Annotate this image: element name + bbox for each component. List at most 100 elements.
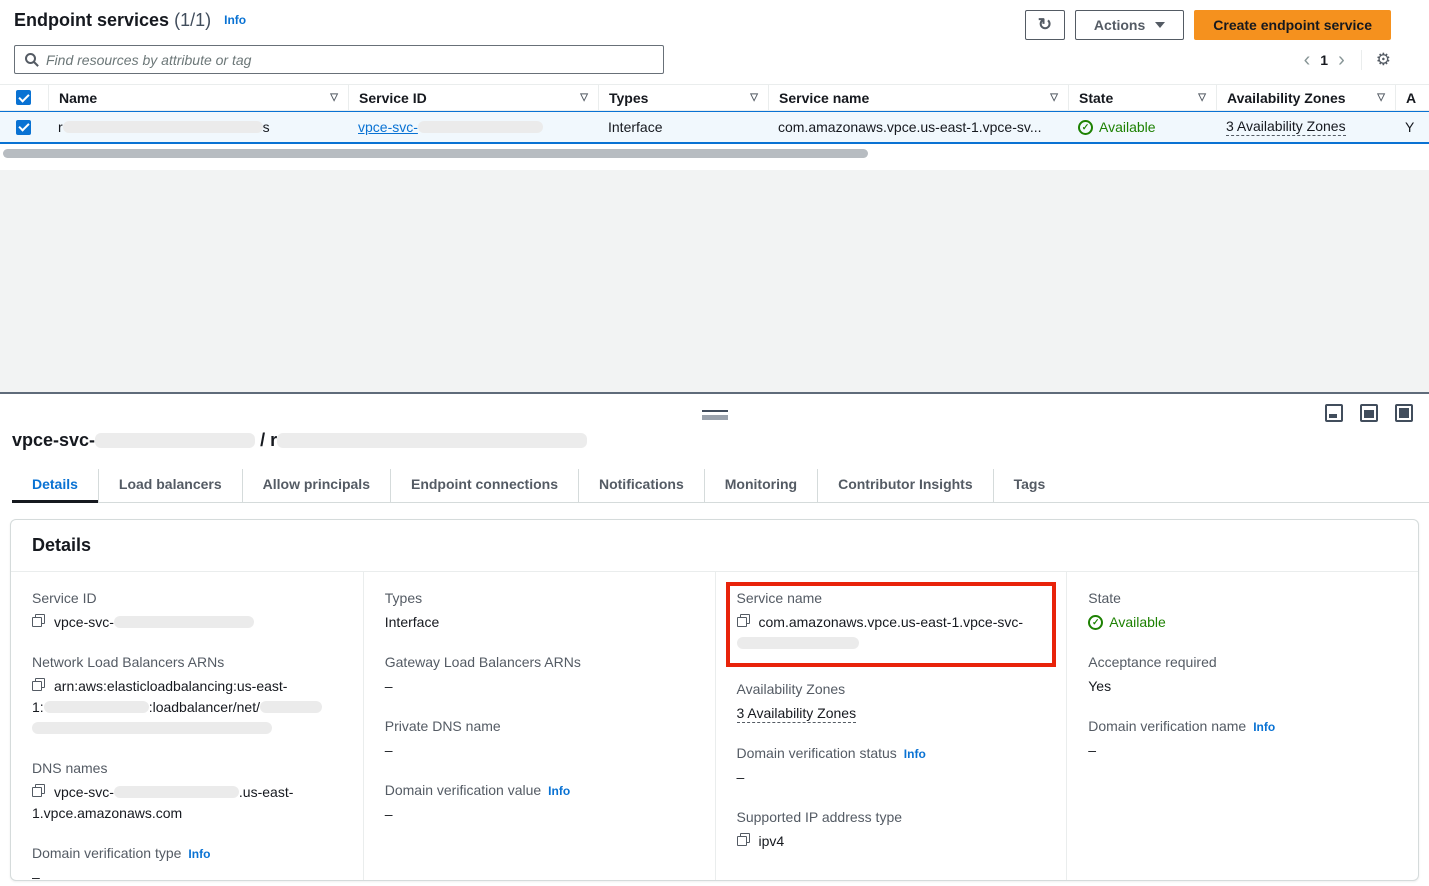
redacted-title-name bbox=[277, 433, 587, 448]
copy-icon[interactable] bbox=[737, 614, 750, 627]
info-link[interactable]: Info bbox=[548, 784, 570, 798]
panel-title-separator: / bbox=[260, 430, 265, 450]
tab-monitoring[interactable]: Monitoring bbox=[705, 469, 818, 502]
horizontal-scrollbar[interactable] bbox=[3, 149, 868, 158]
search-input[interactable] bbox=[46, 52, 654, 68]
availability-zones-link[interactable]: 3 Availability Zones bbox=[1226, 118, 1346, 136]
resource-count-value: (1/1) bbox=[174, 10, 211, 30]
panel-size-medium-icon[interactable] bbox=[1360, 404, 1378, 422]
split-panel-drag-handle[interactable] bbox=[702, 410, 728, 420]
field-value: – bbox=[32, 867, 342, 880]
next-page-button[interactable]: › bbox=[1332, 50, 1351, 70]
row-select-cell bbox=[0, 112, 48, 142]
copy-icon[interactable] bbox=[32, 614, 45, 627]
details-card-heading: Details bbox=[11, 520, 1418, 572]
sort-icon[interactable]: ▽ bbox=[1198, 92, 1206, 103]
gear-icon[interactable]: ⚙ bbox=[1376, 50, 1391, 69]
split-panel-title: vpce-svc- / r bbox=[12, 430, 1417, 451]
endpoint-services-table: Name▽ Service ID ▽ Types▽ Service name ▽ S… bbox=[0, 84, 1429, 158]
redacted-service-id bbox=[418, 121, 543, 133]
table-empty-area bbox=[0, 170, 1429, 392]
redacted-title-id bbox=[95, 433, 255, 448]
field-value: Yes bbox=[1088, 676, 1397, 697]
availability-zones-link[interactable]: 3 Availability Zones bbox=[737, 705, 857, 723]
search-box[interactable] bbox=[14, 45, 664, 74]
table-settings: ⚙ bbox=[1361, 50, 1391, 70]
split-panel: vpce-svc- / r Details Load balancers All… bbox=[0, 392, 1429, 886]
sort-icon[interactable]: ▽ bbox=[330, 92, 338, 103]
panel-size-large-icon[interactable] bbox=[1395, 404, 1413, 422]
info-link[interactable]: Info bbox=[1253, 720, 1275, 734]
table-row[interactable]: rs vpce-svc- Interface com.amazonaws.vpc… bbox=[0, 111, 1429, 144]
select-all-checkbox[interactable] bbox=[16, 90, 31, 105]
copy-icon[interactable] bbox=[32, 678, 45, 691]
redacted-lb-name bbox=[260, 701, 322, 713]
endpoint-services-panel: Endpoint services (1/1) Info ↻ Actions C… bbox=[0, 0, 1429, 392]
column-header-service-id[interactable]: Service ID ▽ bbox=[348, 85, 598, 110]
panel-size-buttons bbox=[1325, 404, 1413, 422]
search-icon bbox=[24, 52, 39, 67]
tab-details[interactable]: Details bbox=[12, 469, 99, 502]
field-label: Domain verification status bbox=[737, 745, 897, 761]
column-label: Service name bbox=[779, 90, 869, 106]
header-info-link[interactable]: Info bbox=[224, 13, 246, 27]
row-name-cell: rs bbox=[48, 112, 348, 142]
column-header-availability-zones[interactable]: Availability Zones▽ bbox=[1216, 85, 1395, 110]
redacted-dns bbox=[114, 786, 239, 798]
tab-load-balancers[interactable]: Load balancers bbox=[99, 469, 243, 502]
field-dns-names: DNS names vpce-svc-.us-east-1.vpce.amazo… bbox=[32, 760, 342, 824]
column-label: Service ID bbox=[359, 90, 427, 106]
field-label: Availability Zones bbox=[737, 681, 1046, 697]
tab-notifications[interactable]: Notifications bbox=[579, 469, 705, 502]
column-header-acceptance-cut[interactable]: A bbox=[1395, 85, 1429, 110]
actions-button[interactable]: Actions bbox=[1075, 10, 1184, 40]
column-header-service-name[interactable]: Service name ▽ bbox=[768, 85, 1068, 110]
tab-tags[interactable]: Tags bbox=[994, 469, 1066, 502]
previous-page-button[interactable]: ‹ bbox=[1298, 50, 1317, 70]
tab-contributor-insights[interactable]: Contributor Insights bbox=[818, 469, 994, 502]
sort-icon[interactable]: ▽ bbox=[1377, 92, 1385, 103]
select-all-cell bbox=[0, 85, 48, 110]
field-supported-ip-type: Supported IP address type ipv4 bbox=[737, 809, 1046, 852]
column-header-name[interactable]: Name▽ bbox=[48, 85, 348, 110]
redacted-account bbox=[44, 701, 149, 713]
column-header-state[interactable]: State▽ bbox=[1068, 85, 1216, 110]
page-number[interactable]: 1 bbox=[1316, 52, 1332, 68]
refresh-icon: ↻ bbox=[1038, 15, 1052, 35]
redacted-value bbox=[737, 637, 859, 649]
field-service-name: Service name com.amazonaws.vpce.us-east-… bbox=[737, 590, 1046, 654]
field-label: Network Load Balancers ARNs bbox=[32, 654, 342, 670]
column-header-types[interactable]: Types▽ bbox=[598, 85, 768, 110]
panel-title-name-start: r bbox=[270, 430, 277, 450]
nlb-arn-line2-mid: :loadbalancer/net/ bbox=[149, 699, 260, 715]
page-header: Endpoint services (1/1) Info ↻ Actions C… bbox=[0, 0, 1429, 40]
row-service-id-cell: vpce-svc- bbox=[348, 112, 598, 142]
field-label: Supported IP address type bbox=[737, 809, 1046, 825]
name-text: r bbox=[58, 119, 63, 135]
details-card: Details Service ID vpce-svc- Network Loa… bbox=[10, 519, 1419, 881]
state-text: Available bbox=[1099, 119, 1156, 135]
pagination: ‹ 1 › ⚙ bbox=[1298, 50, 1391, 70]
field-label: Domain verification type bbox=[32, 845, 181, 861]
field-value: – bbox=[1088, 740, 1397, 761]
tab-allow-principals[interactable]: Allow principals bbox=[243, 469, 391, 502]
panel-size-small-icon[interactable] bbox=[1325, 404, 1343, 422]
row-checkbox[interactable] bbox=[16, 120, 31, 135]
service-id-prefix: vpce-svc- bbox=[358, 119, 418, 135]
create-endpoint-service-button[interactable]: Create endpoint service bbox=[1194, 10, 1391, 40]
refresh-button[interactable]: ↻ bbox=[1025, 10, 1065, 40]
info-link[interactable]: Info bbox=[188, 847, 210, 861]
row-service-name-cell: com.amazonaws.vpce.us-east-1.vpce-sv... bbox=[768, 112, 1068, 142]
info-link[interactable]: Info bbox=[904, 747, 926, 761]
field-domain-verification-value: Domain verification valueInfo – bbox=[385, 782, 694, 825]
copy-icon[interactable] bbox=[737, 833, 750, 846]
sort-icon[interactable]: ▽ bbox=[750, 92, 758, 103]
tab-endpoint-connections[interactable]: Endpoint connections bbox=[391, 469, 579, 502]
sort-icon[interactable]: ▽ bbox=[1050, 92, 1058, 103]
copy-icon[interactable] bbox=[32, 784, 45, 797]
service-id-link[interactable]: vpce-svc- bbox=[358, 119, 543, 135]
field-value: – bbox=[385, 676, 694, 697]
header-actions: ↻ Actions Create endpoint service bbox=[1025, 10, 1391, 40]
sort-icon[interactable]: ▽ bbox=[580, 92, 588, 103]
row-acceptance-cut-cell: Y bbox=[1395, 112, 1429, 142]
